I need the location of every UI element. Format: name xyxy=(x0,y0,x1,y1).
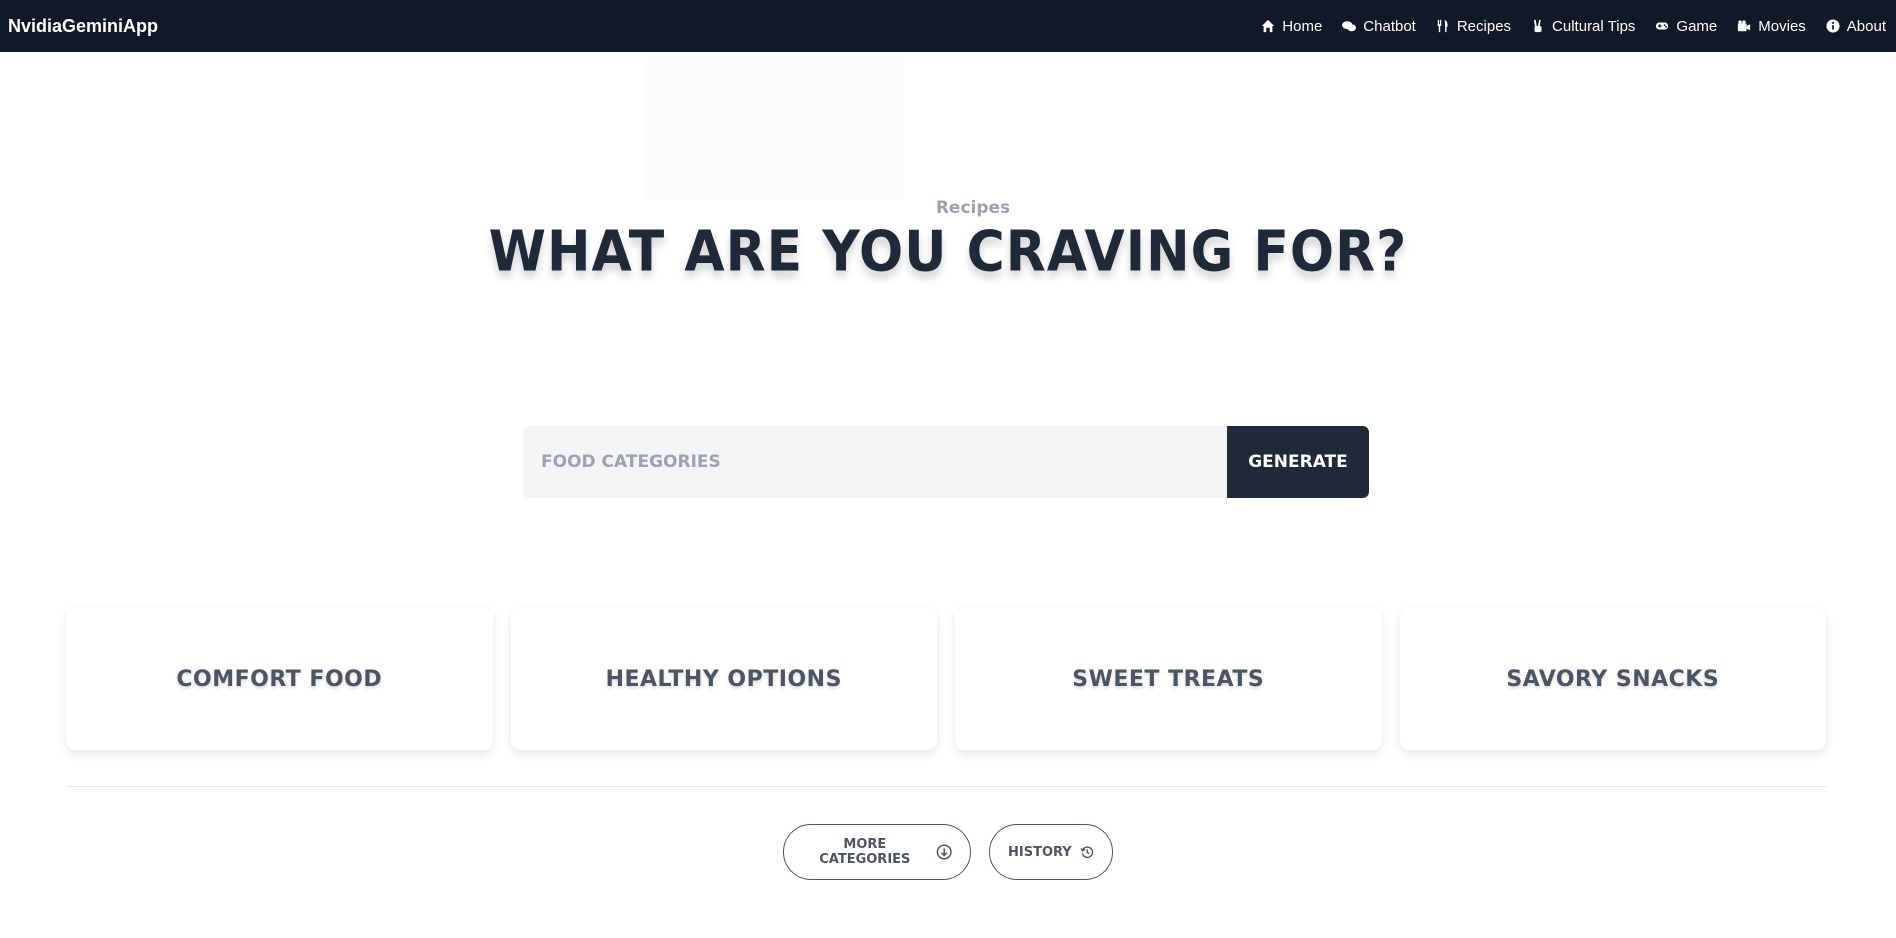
decorative-placeholder xyxy=(646,56,904,200)
more-categories-label: More Categories xyxy=(819,837,911,867)
nav-link-cultural-tips[interactable]: Cultural Tips xyxy=(1521,18,1645,35)
page-title: What are you craving for? xyxy=(488,219,1408,285)
more-categories-button[interactable]: More Categories xyxy=(783,824,971,880)
nav-link-movies[interactable]: Movies xyxy=(1727,18,1816,35)
nav-link-label: Chatbot xyxy=(1363,17,1416,35)
bottom-actions: More Categories History xyxy=(0,824,1896,880)
history-label: History xyxy=(1008,844,1072,860)
category-card-label: Comfort Food xyxy=(176,666,383,692)
utensils-icon xyxy=(1437,19,1448,33)
category-card-label: Healthy Options xyxy=(605,666,842,692)
nav-link-label: Cultural Tips xyxy=(1552,17,1636,35)
search-form: Generate xyxy=(523,426,1369,498)
nav-link-chatbot[interactable]: Chatbot xyxy=(1332,18,1426,35)
gamepad-icon xyxy=(1656,22,1669,30)
nav-link-game[interactable]: Game xyxy=(1645,18,1727,35)
peace-hand-icon xyxy=(1533,19,1542,33)
category-cards: Comfort Food Healthy Options Sweet Treat… xyxy=(66,608,1826,750)
page-eyebrow: Recipes xyxy=(935,198,1011,218)
nav-link-about[interactable]: About xyxy=(1816,18,1888,35)
history-button[interactable]: History xyxy=(989,824,1113,880)
section-divider xyxy=(66,786,1826,787)
nav-link-home[interactable]: Home xyxy=(1251,18,1332,35)
info-circle-icon xyxy=(1826,19,1840,33)
chat-bubbles-icon xyxy=(1342,21,1357,32)
category-card-label: Sweet Treats xyxy=(1072,666,1265,692)
category-card-label: Savory Snacks xyxy=(1506,666,1720,692)
nav-link-label: Recipes xyxy=(1456,17,1512,35)
brand-logo[interactable]: NvidiaGeminiApp xyxy=(8,16,158,37)
nav-links: Home Chatbot Recipes Cultural Tips Game … xyxy=(1251,18,1888,35)
nav-link-label: Home xyxy=(1282,17,1323,35)
food-category-input[interactable] xyxy=(523,426,1227,498)
category-card-comfort-food[interactable]: Comfort Food xyxy=(66,608,493,750)
category-card-healthy-options[interactable]: Healthy Options xyxy=(510,608,937,750)
video-camera-icon xyxy=(1738,20,1751,32)
nav-link-label: Movies xyxy=(1758,17,1806,35)
generate-button[interactable]: Generate xyxy=(1227,426,1369,498)
category-card-savory-snacks[interactable]: Savory Snacks xyxy=(1399,608,1826,750)
nav-link-label: About xyxy=(1846,17,1886,35)
category-card-sweet-treats[interactable]: Sweet Treats xyxy=(955,608,1382,750)
history-icon xyxy=(1080,846,1093,859)
home-icon xyxy=(1262,19,1275,33)
arrow-down-circle-icon xyxy=(936,844,952,860)
top-navbar: NvidiaGeminiApp Home Chatbot Recipes Cul… xyxy=(0,0,1896,52)
nav-link-recipes[interactable]: Recipes xyxy=(1426,18,1521,35)
nav-link-label: Game xyxy=(1676,17,1718,35)
